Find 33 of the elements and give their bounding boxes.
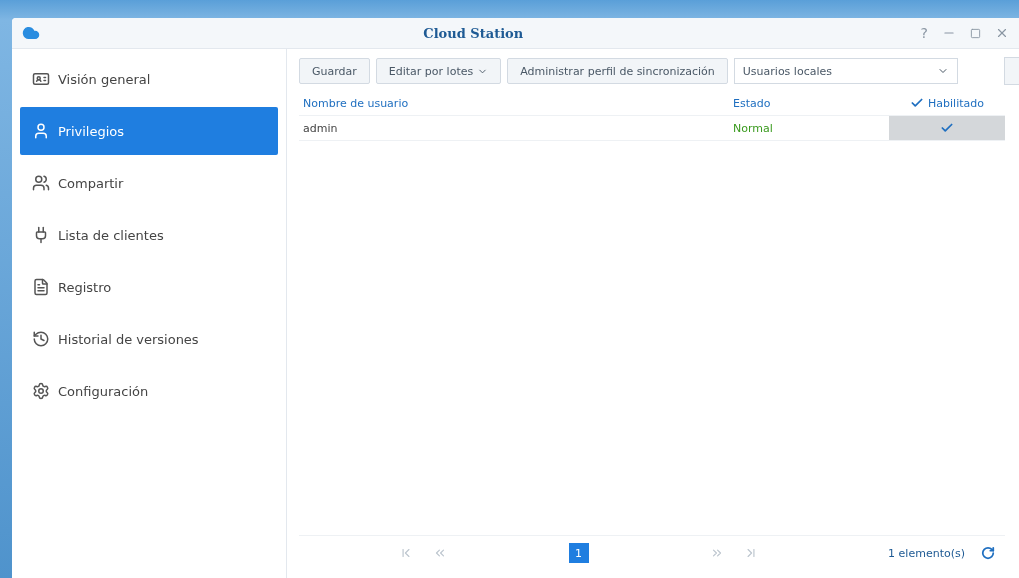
- close-icon[interactable]: [995, 26, 1009, 40]
- column-header: Nombre de usuario: [302, 96, 410, 110]
- first-page-icon[interactable]: [399, 546, 413, 560]
- toolbar-button[interactable]: Guardar: [299, 58, 370, 84]
- column-header: Estado: [732, 96, 772, 110]
- sidebar-item[interactable]: Compartir: [20, 159, 278, 207]
- refresh-icon[interactable]: [981, 546, 995, 560]
- previous-page-icon[interactable]: [433, 546, 447, 560]
- toolbar-button[interactable]: Editar por lotes: [375, 58, 502, 84]
- cloud-app-icon: [22, 24, 40, 42]
- user-icon: [32, 122, 50, 140]
- sidebar-item[interactable]: Historial de versiones: [20, 315, 278, 363]
- toolbar-button[interactable]: Administrar perfil de sincronización: [507, 58, 728, 84]
- gear-icon: [32, 382, 50, 400]
- sidebar-item[interactable]: Visión general: [20, 55, 278, 103]
- window-title: Cloud Station: [422, 25, 525, 41]
- history-icon: [32, 330, 50, 348]
- header-checkbox[interactable]: [910, 96, 925, 110]
- id-card-icon: [32, 70, 50, 88]
- sidebar-item[interactable]: Privilegios: [20, 107, 278, 155]
- item-count: 1 elemento(s): [888, 546, 965, 560]
- people-icon: [32, 174, 50, 192]
- row-checkbox[interactable]: [940, 121, 954, 135]
- filter-dropdown[interactable]: Usuarios locales: [733, 58, 958, 84]
- sidebar-item[interactable]: Configuración: [20, 367, 278, 415]
- page-button[interactable]: 1: [568, 543, 589, 563]
- sidebar-item[interactable]: Registro: [20, 263, 278, 311]
- column-header: Habilitado: [928, 96, 984, 110]
- sidebar-item[interactable]: Lista de clientes: [20, 211, 278, 259]
- maximize-icon[interactable]: [970, 27, 981, 39]
- status-text: Normal: [732, 121, 774, 135]
- document-icon: [32, 278, 50, 296]
- table-cell-text: admin: [302, 121, 339, 135]
